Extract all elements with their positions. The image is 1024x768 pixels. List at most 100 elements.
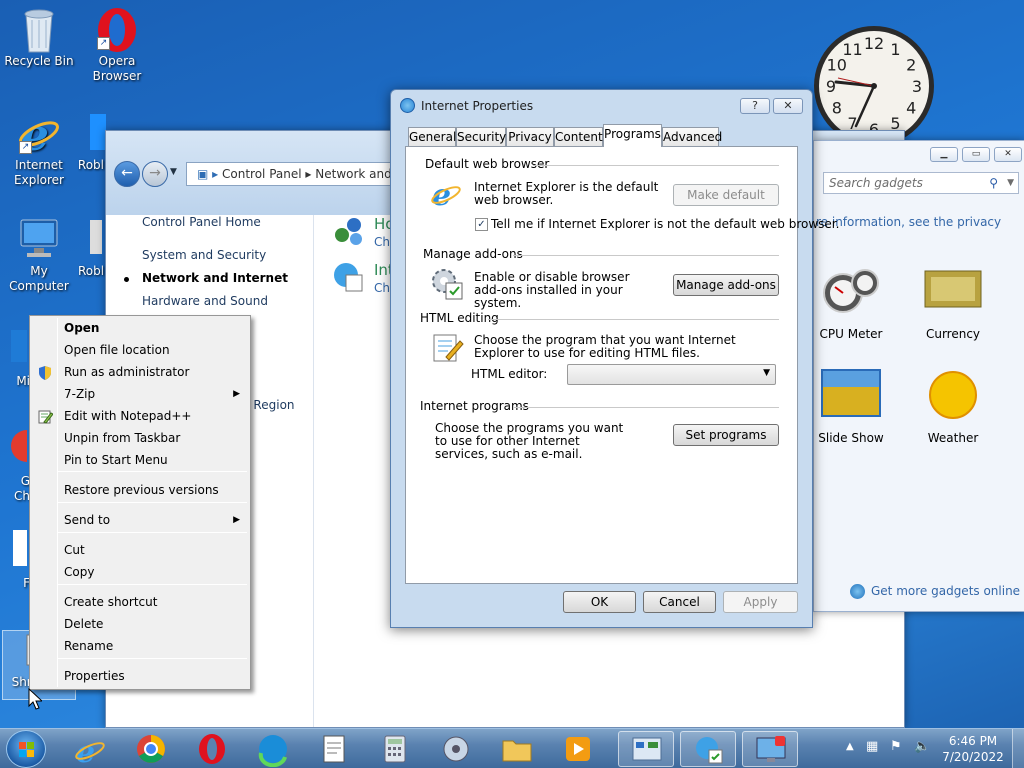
taskbar-calculator[interactable]	[367, 731, 423, 767]
chevron-right-icon: ▸	[305, 167, 316, 181]
gadget-weather[interactable]: Weather	[910, 369, 996, 445]
manage-addons-button[interactable]: Manage add-ons	[673, 274, 779, 296]
network-icon[interactable]: ▦	[866, 739, 878, 754]
menu-item-send-to[interactable]: Send to ▶	[32, 510, 248, 531]
search-icon[interactable]: ⚲	[989, 173, 998, 193]
menu-item-unpin-from-taskbar[interactable]: Unpin from Taskbar	[32, 428, 248, 449]
tab-content[interactable]: Content	[554, 127, 603, 146]
desktop-icon-my-computer[interactable]: My Computer	[0, 216, 78, 294]
forward-button[interactable]: →	[142, 161, 168, 187]
desktop-icon-partial-f[interactable]: F	[0, 528, 30, 591]
chrome-icon	[3, 426, 30, 470]
taskbar-control-panel[interactable]	[618, 731, 674, 767]
tab-general[interactable]: General	[408, 127, 456, 146]
desktop-icon-partial-chrome[interactable]: G Ch	[0, 426, 30, 504]
minimize-button[interactable]: ▁	[930, 147, 958, 162]
search-gadgets-input[interactable]: Search gadgets ⚲ ▼	[823, 172, 1019, 194]
make-default-button[interactable]: Make default	[673, 184, 779, 206]
taskbar-notepad[interactable]	[306, 731, 362, 767]
address-bar[interactable]: ▣ ▸ Control Panel ▸ Network and	[186, 162, 396, 186]
gadgets-window[interactable]: ▁ ▭ ✕ Search gadgets ⚲ ▼ re information,…	[813, 140, 1024, 612]
close-button[interactable]: ✕	[773, 98, 803, 114]
tab-programs[interactable]: Programs	[603, 124, 662, 147]
menu-item-copy[interactable]: Copy	[32, 562, 248, 583]
taskbar-internet-options[interactable]	[680, 731, 736, 767]
taskbar-edge[interactable]	[245, 731, 301, 768]
taskbar-media-player[interactable]	[550, 731, 606, 767]
menu-item-create-shortcut[interactable]: Create shortcut	[32, 592, 248, 613]
close-button[interactable]: ✕	[994, 147, 1022, 162]
nav-hardware-sound[interactable]: Hardware and Sound	[142, 294, 268, 308]
cancel-button[interactable]: Cancel	[643, 591, 716, 613]
edge-icon	[258, 735, 287, 768]
chrome-icon	[137, 735, 165, 763]
taskbar-opera[interactable]	[184, 731, 240, 767]
menu-item-restore-previous-versions[interactable]: Restore previous versions	[32, 480, 248, 501]
desktop-icon-label: Ch	[14, 489, 30, 503]
tab-advanced[interactable]: Advanced	[662, 127, 722, 146]
section-heading: Internet programs	[420, 399, 529, 413]
desktop-icon-partial-mi[interactable]: Mi	[0, 326, 30, 389]
nav-network-internet[interactable]: Network and Internet	[142, 271, 288, 285]
maximize-button[interactable]: ▭	[962, 147, 990, 162]
clock-date: 7/20/2022	[942, 750, 1004, 764]
menu-item-open[interactable]: Open	[32, 318, 248, 339]
address-crumb-control-panel[interactable]: Control Panel	[222, 167, 302, 181]
gadget-cpu-meter[interactable]: CPU Meter	[808, 265, 894, 341]
action-center-flag-icon[interactable]: ⚑	[890, 739, 902, 754]
taskbar-gadgets[interactable]	[742, 731, 798, 767]
ok-button[interactable]: OK	[563, 591, 636, 613]
menu-item-rename[interactable]: Rename	[32, 636, 248, 657]
nav-system-security[interactable]: System and Security	[142, 248, 266, 262]
show-hidden-icons[interactable]: ▲	[846, 741, 854, 752]
privacy-info-link[interactable]: re information, see the privacy	[816, 215, 1001, 229]
menu-item-run-as-administrator[interactable]: Run as administrator	[32, 362, 248, 383]
gadget-currency[interactable]: Currency	[910, 265, 996, 341]
recent-pages-dropdown[interactable]: ▼	[170, 167, 177, 177]
show-desktop-button[interactable]	[1012, 729, 1024, 768]
html-editor-select[interactable]: ▼	[567, 364, 776, 385]
taskbar-chrome[interactable]	[123, 731, 179, 767]
tab-privacy[interactable]: Privacy	[506, 127, 554, 146]
address-crumb-network[interactable]: Network and	[315, 167, 392, 181]
apply-button[interactable]: Apply	[723, 591, 798, 613]
menu-item-edit-with-notepad[interactable]: Edit with Notepad++	[32, 406, 248, 427]
notify-default-label[interactable]: Tell me if Internet Explorer is not the …	[491, 218, 839, 231]
taskbar-internet-explorer[interactable]: e	[62, 731, 118, 768]
desktop-icon-roblox[interactable]: Robl	[56, 110, 106, 173]
internet-properties-dialog[interactable]: Internet Properties ? ✕ General Security…	[390, 89, 839, 628]
menu-item-delete[interactable]: Delete	[32, 614, 248, 635]
notify-default-checkbox[interactable]: ✓	[475, 218, 488, 231]
chevron-down-icon: ▼	[763, 368, 770, 378]
back-button[interactable]: ←	[114, 161, 140, 187]
taskbar-clock[interactable]: 6:46 PM 7/20/2022	[940, 734, 1006, 764]
tab-security[interactable]: Security	[456, 127, 506, 146]
addons-text: Enable or disable browser add-ons instal…	[474, 270, 630, 310]
menu-item-cut[interactable]: Cut	[32, 540, 248, 561]
network-center-link[interactable]: Ch	[374, 235, 390, 249]
recycle-bin-icon	[17, 6, 61, 53]
section-heading: Default web browser	[425, 157, 550, 171]
clock-gadget[interactable]: 121234567891011	[810, 18, 940, 146]
taskbar-media-center[interactable]	[428, 731, 484, 767]
gadget-slide-show[interactable]: Slide Show	[808, 369, 894, 445]
desktop-icon-recycle-bin[interactable]: Recycle Bin	[0, 6, 78, 69]
get-more-gadgets-link[interactable]: Get more gadgets online	[871, 584, 1020, 598]
menu-item-properties[interactable]: Properties	[32, 666, 248, 687]
volume-icon[interactable]: 🔈	[914, 739, 930, 754]
start-button[interactable]	[6, 730, 46, 768]
menu-item-open-file-location[interactable]: Open file location	[32, 340, 248, 361]
internet-options-link[interactable]: Ch	[374, 281, 390, 295]
slide-show-icon	[821, 369, 881, 421]
nav-control-panel-home[interactable]: Control Panel Home	[142, 215, 261, 229]
help-button[interactable]: ?	[740, 98, 770, 114]
menu-item-7-zip[interactable]: 7-Zip ▶	[32, 384, 248, 405]
desktop-icon-roblox-2[interactable]: Robl	[78, 216, 106, 279]
chevron-down-icon[interactable]: ▼	[1007, 173, 1014, 193]
network-center-icon	[332, 215, 364, 247]
menu-item-pin-to-start-menu[interactable]: Pin to Start Menu	[32, 450, 248, 471]
desktop-icon-opera[interactable]: ↗ Opera Browser	[78, 6, 156, 84]
menu-item-label: Send to	[64, 513, 111, 527]
set-programs-button[interactable]: Set programs	[673, 424, 779, 446]
taskbar-explorer[interactable]	[489, 731, 545, 767]
